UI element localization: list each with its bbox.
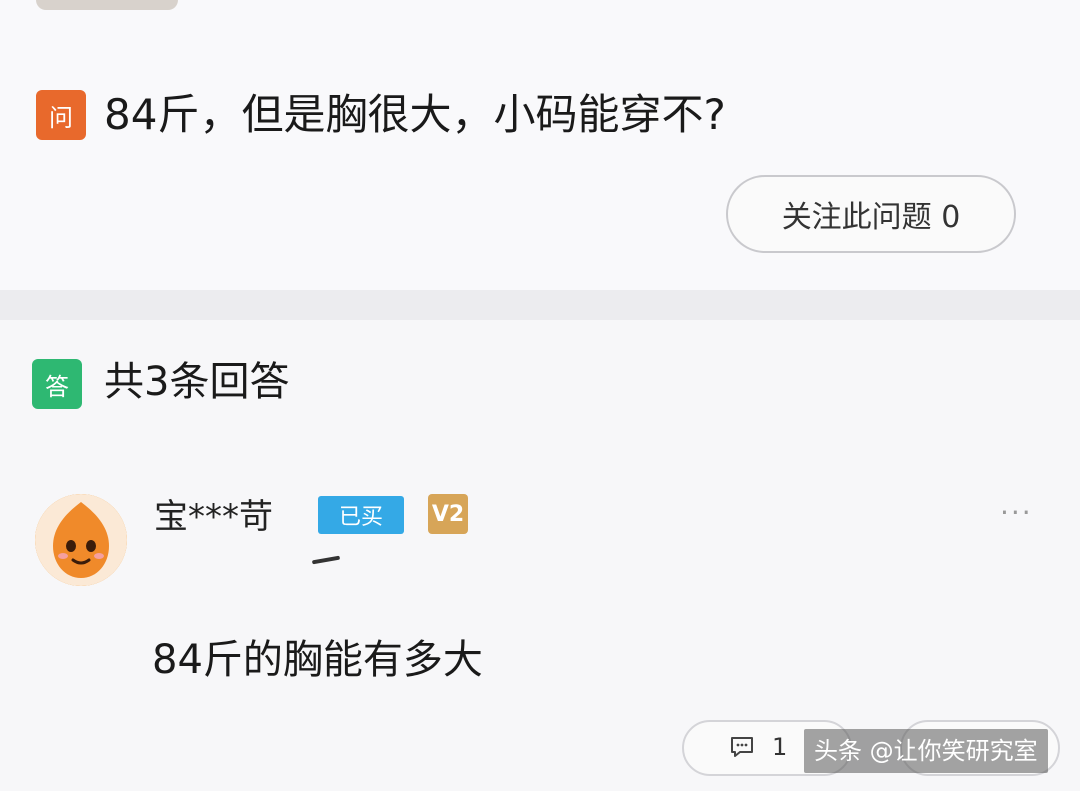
user-avatar[interactable] [35,494,127,586]
comment-count: 1 [772,733,788,761]
answer-text: 84斤的胸能有多大 [152,637,483,683]
comment-icon [731,737,753,757]
answer-badge: 答 [32,359,82,409]
more-dots-icon[interactable]: ··· [1000,496,1044,529]
answers-count: 共3条回答 [104,359,290,405]
question-title: 84斤，但是胸很大，小码能穿不? [104,90,726,139]
level-badge: V2 [428,494,468,534]
section-divider [0,290,1080,320]
top-image-fragment [36,0,178,10]
watermark: 头条 @让你笑研究室 [804,729,1048,773]
question-badge: 问 [36,90,86,140]
bought-badge: 已买 [318,496,404,534]
follow-question-button[interactable]: 关注此问题 0 [726,175,1016,253]
answer-username[interactable]: 宝***苛 [154,494,273,540]
cartoon-avatar-icon [35,494,127,586]
